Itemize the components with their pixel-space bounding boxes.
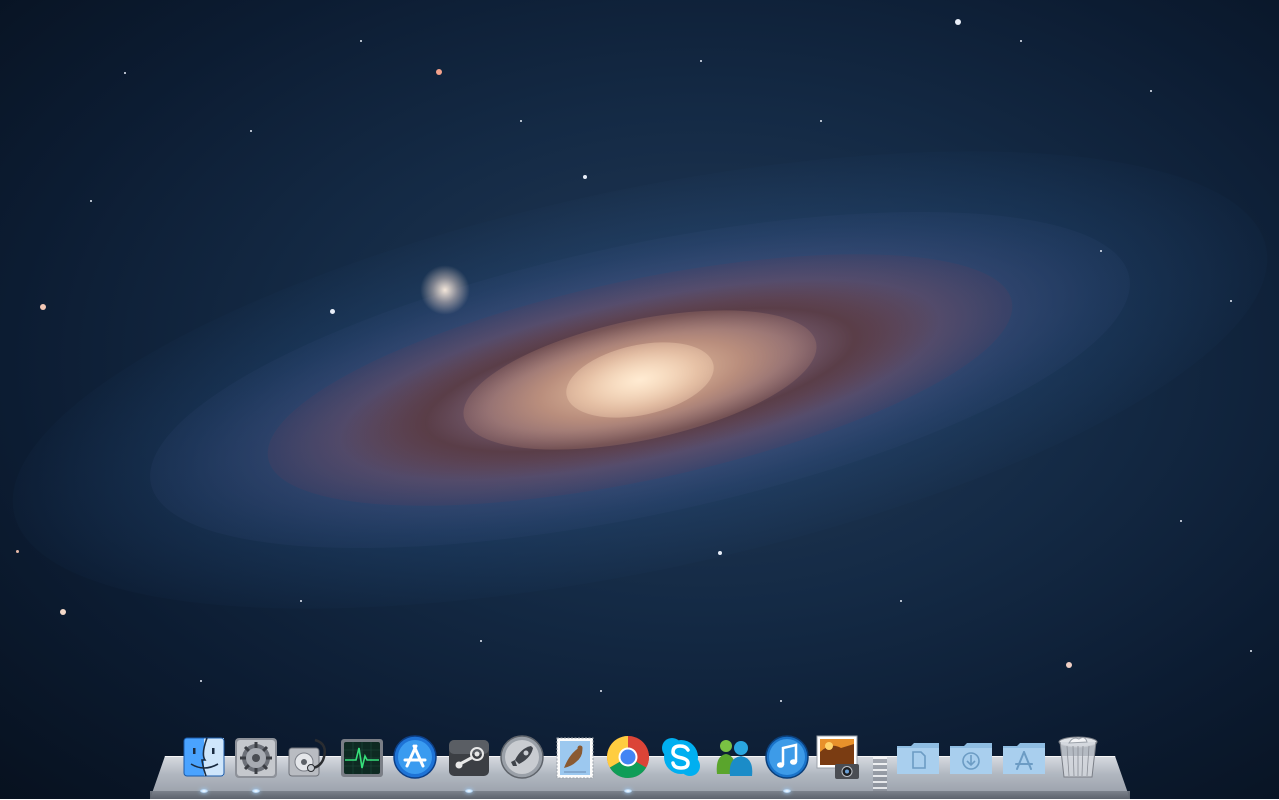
star: [955, 19, 961, 25]
rocket-icon: [500, 735, 544, 779]
star: [360, 40, 362, 42]
dock-steam[interactable]: [446, 734, 492, 780]
disk-stethoscope-icon: [288, 738, 326, 777]
dock-iphoto[interactable]: [815, 734, 861, 780]
applications-folder-icon: [1003, 743, 1045, 774]
star: [520, 120, 522, 122]
star: [200, 680, 202, 682]
star: [40, 304, 46, 310]
star: [900, 600, 902, 602]
dock-disk-utility[interactable]: [285, 734, 331, 780]
finder-icon: [183, 737, 225, 777]
dock-messenger[interactable]: [711, 734, 757, 780]
star: [1020, 40, 1022, 42]
star: [300, 600, 302, 602]
star: [90, 200, 92, 202]
documents-folder-icon: [897, 743, 939, 774]
star: [250, 130, 252, 132]
activity-monitor-icon: [341, 739, 383, 777]
star: [780, 700, 782, 702]
skype-icon: [662, 738, 700, 776]
dock-chrome[interactable]: [605, 734, 651, 780]
star: [60, 609, 66, 615]
star: [436, 69, 442, 75]
dock-applications-stack[interactable]: [1001, 734, 1047, 780]
messenger-people-icon: [716, 740, 753, 776]
chrome-icon: [606, 736, 650, 779]
star: [583, 175, 587, 179]
star: [1066, 662, 1072, 668]
star: [1180, 520, 1182, 522]
dock-downloads-stack[interactable]: [948, 734, 994, 780]
dock-activity-monitor[interactable]: [339, 734, 385, 780]
star: [16, 550, 19, 553]
dock-mail[interactable]: [552, 734, 598, 780]
star: [700, 60, 702, 62]
iphoto-icon: [816, 735, 859, 779]
dock-trash[interactable]: [1055, 734, 1101, 780]
dock-itunes[interactable]: [764, 734, 810, 780]
star: [1150, 90, 1152, 92]
itunes-note-icon: [765, 735, 809, 779]
trash-icon: [1058, 736, 1098, 778]
dock-finder[interactable]: [181, 734, 227, 780]
dock-launchpad[interactable]: [499, 734, 545, 780]
steam-icon: [449, 740, 489, 776]
star: [1230, 300, 1232, 302]
star: [600, 690, 602, 692]
star: [718, 551, 722, 555]
star: [1100, 250, 1102, 252]
star: [820, 120, 822, 122]
satellite-galaxy: [420, 265, 470, 315]
desktop-wallpaper: [0, 0, 1279, 799]
downloads-folder-icon: [950, 743, 992, 774]
dock-separator[interactable]: [873, 757, 887, 793]
star: [480, 640, 482, 642]
dock-app-store[interactable]: [392, 734, 438, 780]
dock-documents-stack[interactable]: [895, 734, 941, 780]
dock-system-preferences[interactable]: [233, 734, 279, 780]
mail-stamp-icon: [556, 737, 594, 779]
app-store-icon: [393, 735, 437, 779]
star: [1250, 650, 1252, 652]
star: [330, 309, 335, 314]
gear-icon: [235, 738, 277, 778]
dock-skype[interactable]: [658, 734, 704, 780]
star: [124, 72, 126, 74]
